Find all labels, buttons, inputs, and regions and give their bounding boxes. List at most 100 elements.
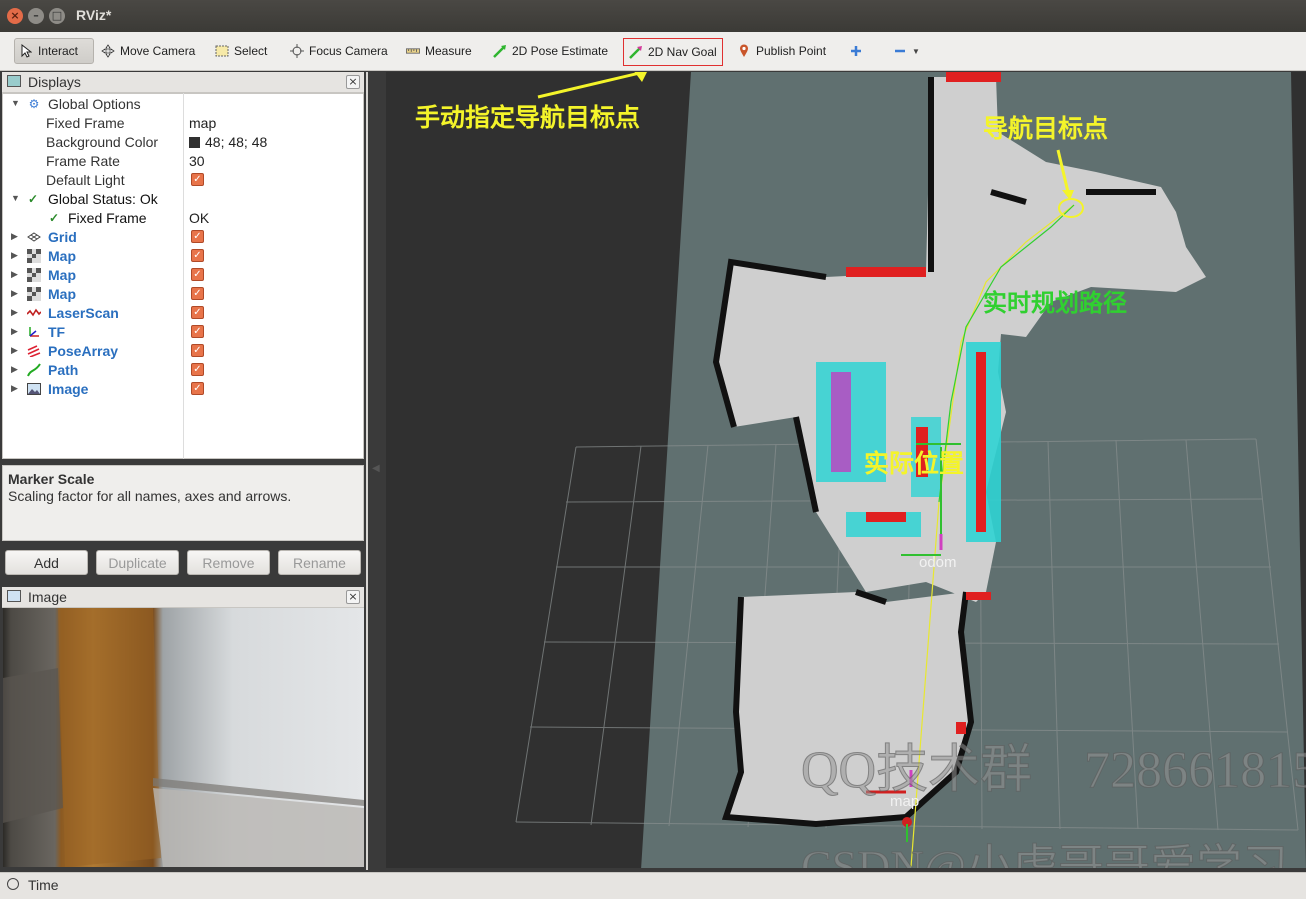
expand-arrow-icon[interactable]: ▶ — [11, 250, 18, 261]
add-button[interactable]: Add — [5, 550, 88, 575]
laserscan-checkbox[interactable]: ✓ — [191, 306, 204, 319]
status-fixed-frame-value: OK — [189, 210, 210, 226]
camera-image-view — [3, 608, 364, 867]
annotation-arrow-toolbar — [537, 72, 645, 99]
green-arrow-icon — [493, 44, 507, 58]
minus-icon — [893, 44, 907, 58]
chevron-down-icon: ▼ — [912, 46, 920, 56]
map-checkbox[interactable]: ✓ — [191, 268, 204, 281]
background-color-label: Background Color — [46, 134, 159, 150]
odom-frame-label: odom — [919, 554, 957, 571]
map-label: Map — [48, 267, 76, 283]
fixed-frame-value[interactable]: map — [189, 115, 216, 131]
measure-tool-button[interactable]: Measure — [406, 38, 472, 64]
image-checkbox[interactable]: ✓ — [191, 382, 204, 395]
background-color-value[interactable]: 48; 48; 48 — [189, 134, 267, 150]
rename-button[interactable]: Rename — [278, 550, 361, 575]
collapse-arrow-icon[interactable]: ◀ — [372, 463, 380, 474]
move-camera-label: Move Camera — [120, 44, 196, 58]
expand-arrow-icon[interactable]: ▼ — [11, 98, 20, 108]
checkmark-icon: ✓ — [48, 211, 60, 225]
frame-rate-label: Frame Rate — [46, 153, 120, 169]
toolbar: Interact Move Camera Select Focus Camera… — [0, 32, 1306, 71]
focus-camera-label: Focus Camera — [309, 44, 388, 58]
annotation-manual-goal: 手动指定导航目标点 — [415, 103, 641, 132]
time-panel: Time — [0, 872, 1306, 899]
pose-estimate-label: 2D Pose Estimate — [512, 44, 609, 58]
expand-arrow-icon[interactable]: ▶ — [11, 231, 18, 242]
watermark-qq: QQ技术群 728661815 — [800, 742, 1306, 800]
expand-arrow-icon[interactable]: ▼ — [11, 193, 20, 203]
monitor-icon — [7, 75, 21, 87]
column-divider[interactable] — [183, 93, 184, 459]
default-light-label: Default Light — [46, 172, 125, 188]
map-label: Map — [48, 248, 76, 264]
remove-tool-dropdown[interactable]: ▼ — [893, 38, 920, 64]
default-light-checkbox[interactable]: ✓ — [191, 173, 204, 186]
frame-rate-value[interactable]: 30 — [189, 153, 205, 169]
ruler-icon — [406, 44, 420, 58]
map-checkbox[interactable]: ✓ — [191, 249, 204, 262]
posearray-checkbox[interactable]: ✓ — [191, 344, 204, 357]
focus-camera-tool-button[interactable]: Focus Camera — [290, 38, 388, 64]
close-icon[interactable]: × — [346, 75, 360, 89]
close-icon[interactable]: × — [346, 590, 360, 604]
tf-checkbox[interactable]: ✓ — [191, 325, 204, 338]
color-swatch — [189, 137, 200, 148]
grid-label: Grid — [48, 229, 77, 245]
interact-tool-button[interactable]: Interact — [14, 38, 94, 64]
render-viewport[interactable]: odom map 手动指定导航目标点 导航目标点 实时规划路径 实际位置 QQ技… — [386, 72, 1306, 868]
checkmark-icon: ✓ — [27, 192, 39, 206]
grid-checkbox[interactable]: ✓ — [191, 230, 204, 243]
expand-arrow-icon[interactable]: ▶ — [11, 383, 18, 394]
time-label: Time — [28, 877, 59, 893]
global-options-label: Global Options — [48, 96, 141, 112]
gear-icon: ⚙ — [28, 97, 40, 111]
window-maximize-button[interactable]: □ — [49, 8, 65, 24]
pose-estimate-tool-button[interactable]: 2D Pose Estimate — [493, 38, 608, 64]
image-icon — [27, 382, 41, 396]
location-pin-icon — [737, 44, 751, 58]
crosshair-icon — [290, 44, 304, 58]
map-icon — [27, 268, 41, 282]
nav-goal-tool-button[interactable]: 2D Nav Goal — [623, 38, 723, 66]
description-title: Marker Scale — [8, 471, 95, 487]
move-camera-tool-button[interactable]: Move Camera — [101, 38, 195, 64]
interact-label: Interact — [38, 44, 79, 58]
nav-goal-label: 2D Nav Goal — [648, 45, 717, 59]
map-checkbox[interactable]: ✓ — [191, 287, 204, 300]
expand-arrow-icon[interactable]: ▶ — [11, 345, 18, 356]
expand-arrow-icon[interactable]: ▶ — [11, 269, 18, 280]
expand-arrow-icon[interactable]: ▶ — [11, 288, 18, 299]
expand-arrow-icon[interactable]: ▶ — [11, 307, 18, 318]
expand-arrow-icon[interactable]: ▶ — [11, 364, 18, 375]
map-label: Map — [48, 286, 76, 302]
fixed-frame-label: Fixed Frame — [46, 115, 125, 131]
plus-icon — [849, 44, 863, 58]
status-fixed-frame-label: Fixed Frame — [68, 210, 147, 226]
add-tool-button[interactable] — [849, 38, 863, 64]
splitter[interactable] — [366, 72, 368, 870]
clock-icon — [7, 878, 19, 890]
map-icon — [27, 249, 41, 263]
laserscan-icon — [27, 306, 41, 320]
posearray-label: PoseArray — [48, 343, 119, 359]
publish-point-label: Publish Point — [756, 44, 827, 58]
remove-button[interactable]: Remove — [187, 550, 270, 575]
publish-point-tool-button[interactable]: Publish Point — [737, 38, 826, 64]
duplicate-button[interactable]: Duplicate — [96, 550, 179, 575]
annotation-actual-position: 实际位置 — [864, 449, 965, 478]
path-checkbox[interactable]: ✓ — [191, 363, 204, 376]
window-minimize-button[interactable]: – — [28, 8, 44, 24]
expand-arrow-icon[interactable]: ▶ — [11, 326, 18, 337]
measure-label: Measure — [425, 44, 472, 58]
image-panel-title: Image — [28, 589, 67, 605]
annotation-nav-goal: 导航目标点 — [983, 114, 1109, 143]
select-tool-button[interactable]: Select — [215, 38, 267, 64]
cursor-icon — [19, 44, 33, 58]
window-close-button[interactable]: × — [7, 8, 23, 24]
tf-label: TF — [48, 324, 66, 340]
grid-icon — [27, 230, 41, 244]
window-title: RViz* — [76, 7, 112, 23]
annotation-realtime-path: 实时规划路径 — [983, 288, 1127, 317]
